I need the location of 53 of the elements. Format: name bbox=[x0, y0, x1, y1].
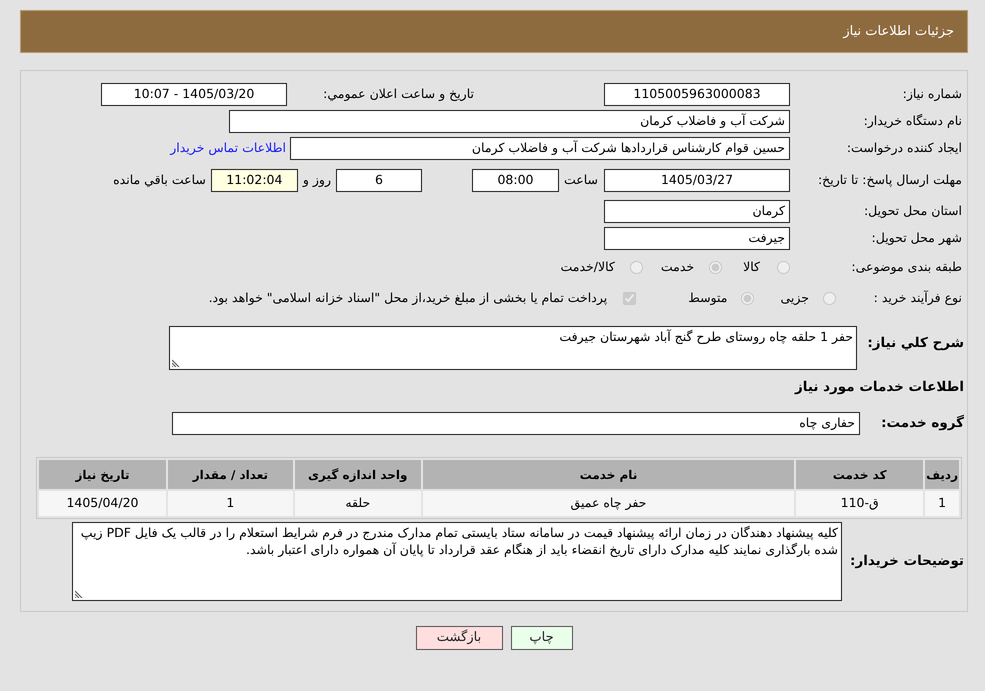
table-cell: 1 bbox=[925, 491, 959, 516]
field-label: تاریخ و ساعت اعلان عمومي: bbox=[322, 85, 474, 104]
field-label: شرح کلي نیاز: bbox=[866, 334, 964, 353]
service-group-field: حفاری چاه bbox=[172, 412, 860, 435]
column-header: ردیف bbox=[925, 460, 959, 489]
table-cell: ق-110 bbox=[796, 491, 924, 516]
option-label: کالا/خدمت bbox=[560, 258, 615, 276]
province-field: کرمان bbox=[604, 200, 790, 223]
resize-grip-icon[interactable] bbox=[172, 359, 180, 367]
table-cell: حفر چاه عمیق bbox=[422, 491, 794, 516]
page-title: جزئیات اطلاعات نیاز bbox=[843, 22, 954, 41]
city-field: جیرفت bbox=[604, 227, 790, 250]
announce-date-field: 1405/03/20 - 10:07 bbox=[101, 83, 287, 106]
field-label: مهلت ارسال پاسخ: تا تاریخ: bbox=[816, 172, 963, 188]
buyer-org-field: شرکت آب و فاضلاب کرمان bbox=[229, 110, 790, 133]
option-label: جزیی bbox=[780, 289, 809, 308]
field-label: نام دستگاه خریدار: bbox=[862, 112, 963, 130]
column-header: تاریخ نیاز bbox=[39, 460, 166, 489]
remaining-label: ساعت باقي مانده bbox=[113, 170, 206, 189]
requester-field: حسین قوام کارشناس قراردادها شرکت آب و فاضلاب کرمان bbox=[290, 137, 790, 160]
field-label: گروه خدمت: bbox=[880, 414, 964, 434]
time-label: ساعت bbox=[564, 170, 598, 189]
resize-grip-icon[interactable] bbox=[75, 590, 83, 598]
buyer-notes-text: کلیه پیشنهاد دهندگان در زمان ارائه پیشنهاد قیمت در سامانه ستاد بایستی تمام مدارک مندرج در فرم شرایط استعلام را در قالب یک فایل PDF زیپ شده بارگذاری نمایند کلیه مدارک دارای تاریخ انقضاء باید از هنگام عقد قرارداد تا پایان آن همواره دارای اعتبار باشد. bbox=[80, 525, 838, 557]
deadline-time-field: 08:00 bbox=[472, 168, 559, 192]
field-label: طبقه بندی موضوعی: bbox=[850, 258, 963, 276]
section-title: اطلاعات خدمات مورد نیاز bbox=[794, 378, 964, 398]
field-label: شهر محل تحویل: bbox=[870, 229, 963, 248]
option-label: متوسط bbox=[688, 289, 728, 308]
field-label: نوع فرآیند خرید : bbox=[872, 289, 963, 308]
days-field: 6 bbox=[336, 168, 422, 192]
option-label: کالا bbox=[743, 258, 760, 276]
field-label: استان محل تحویل: bbox=[862, 202, 963, 220]
field-label: توضیحات خریدار: bbox=[849, 552, 964, 572]
table-cell: 1405/04/20 bbox=[39, 491, 166, 516]
field-label: ایجاد کننده درخواست: bbox=[846, 139, 963, 158]
column-header: نام خدمت bbox=[422, 460, 794, 489]
table-cell: 1 bbox=[168, 491, 293, 516]
days-label: روز و bbox=[302, 170, 331, 189]
column-header: تعداد / مقدار bbox=[168, 460, 293, 489]
back-button[interactable]: بازگشت bbox=[416, 626, 502, 650]
print-button[interactable]: چاپ bbox=[510, 626, 572, 650]
remaining-time-field: 11:02:04 bbox=[210, 168, 298, 192]
need-number-field: 1105005963000083 bbox=[604, 83, 790, 106]
option-label: خدمت bbox=[660, 258, 694, 276]
deadline-date-field: 1405/03/27 bbox=[604, 168, 790, 192]
column-header: کد خدمت bbox=[796, 460, 924, 489]
treasury-payment-text: پرداخت تمام یا بخشی از مبلغ خرید،از محل "اسناد خزانه اسلامی" خواهد بود. bbox=[208, 289, 608, 308]
field-label: شماره نیاز: bbox=[902, 85, 963, 104]
table-cell: حلقه bbox=[294, 491, 421, 516]
column-header: واحد اندازه گیری bbox=[294, 460, 421, 489]
description-text: حفر 1 حلقه چاه روستای طرح گنج آباد شهرستان جیرفت bbox=[559, 329, 853, 344]
contact-info-link[interactable]: اطلاعات تماس خریدار bbox=[170, 139, 286, 158]
